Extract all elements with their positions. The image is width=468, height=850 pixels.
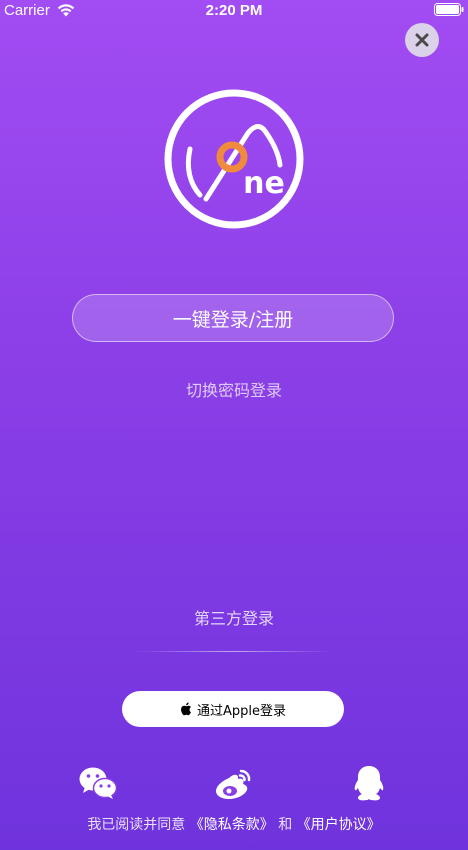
agreement-prefix: 我已阅读并同意 [87, 817, 186, 833]
user-agreement-link[interactable]: 《用户协议》 [297, 817, 381, 833]
switch-password-login-link[interactable]: 切换密码登录 [0, 377, 468, 401]
close-icon [415, 33, 429, 47]
apple-login-button[interactable]: 通过Apple登录 [122, 691, 344, 727]
battery-icon [434, 3, 464, 16]
login-screen: Carrier 2:20 PM ne 一键登录/注册 切换密码登录 第三方登录 [0, 0, 468, 850]
qq-icon[interactable] [350, 764, 388, 804]
logo-text: ne [243, 166, 285, 201]
third-party-login-title: 第三方登录 [193, 609, 274, 628]
divider [134, 651, 332, 652]
privacy-policy-link[interactable]: 《隐私条款》 [190, 817, 274, 833]
status-bar: Carrier 2:20 PM [0, 0, 468, 22]
weibo-icon[interactable] [214, 768, 252, 800]
agreement-conjunction: 和 [278, 817, 293, 833]
close-button[interactable] [405, 23, 439, 57]
one-key-login-button[interactable]: 一键登录/注册 [72, 294, 394, 342]
status-time: 2:20 PM [205, 2, 263, 19]
apple-login-label: 通过Apple登录 [196, 703, 286, 719]
apple-icon [181, 702, 191, 716]
agreement-text: 我已阅读并同意 《隐私条款》 和 《用户协议》 [0, 814, 468, 834]
one-key-login-label: 一键登录/注册 [172, 308, 294, 331]
app-logo: ne [164, 89, 304, 229]
wechat-icon[interactable] [79, 766, 117, 800]
